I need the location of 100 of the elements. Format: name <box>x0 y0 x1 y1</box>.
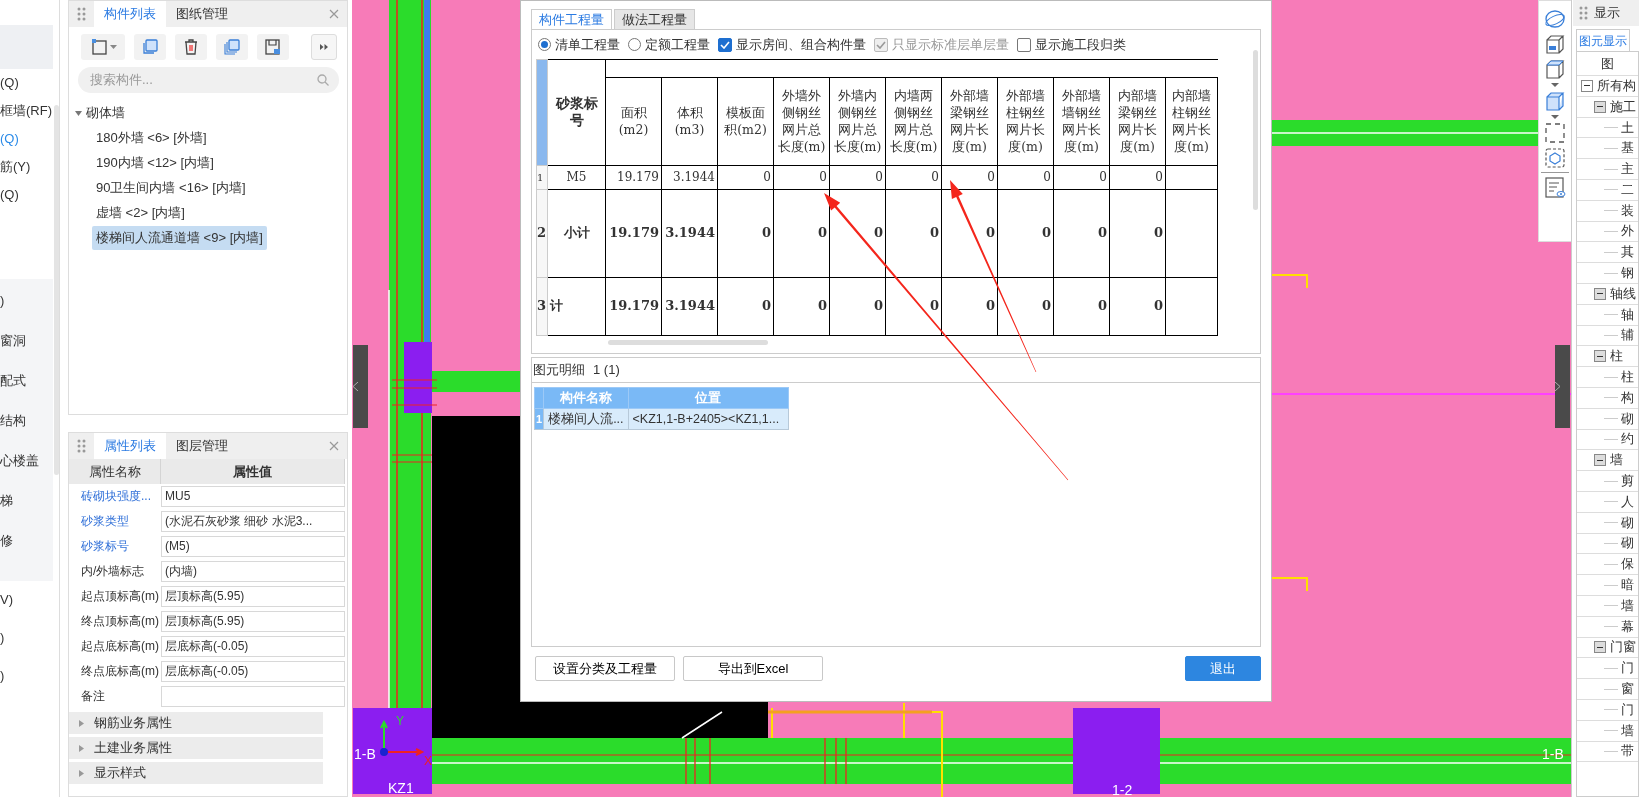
tree-node[interactable]: 轴线 <box>1610 283 1636 304</box>
tree-item[interactable]: 主 <box>1621 159 1634 180</box>
cube-icon[interactable] <box>1544 58 1566 80</box>
panel-tab[interactable]: 构件列表 <box>94 1 166 27</box>
property-value-field[interactable] <box>161 686 345 707</box>
tree-item[interactable]: 幕 <box>1621 616 1634 637</box>
tree-item[interactable]: 带 <box>1621 741 1634 762</box>
property-value-field[interactable]: 层底标高(-0.05) <box>161 636 345 657</box>
nav-item[interactable]: ) <box>0 657 5 695</box>
property-value-field[interactable]: (M5) <box>161 536 345 557</box>
scrollbar[interactable] <box>54 105 59 475</box>
expand-toggle[interactable] <box>1581 79 1593 92</box>
dashed-square-icon[interactable] <box>1544 122 1566 144</box>
tree-node[interactable]: 门窗 <box>1610 637 1636 658</box>
radio-button[interactable] <box>628 38 641 52</box>
tree-item[interactable]: 人 <box>1621 491 1634 512</box>
tree-item[interactable]: 辅 <box>1621 325 1634 346</box>
tree-item[interactable]: 其 <box>1621 242 1634 263</box>
expand-toggle[interactable] <box>1594 287 1606 300</box>
expand-toggle[interactable] <box>1594 100 1606 113</box>
dialog-button[interactable]: 退出 <box>1185 656 1261 681</box>
tree-item[interactable]: 砌 <box>1621 533 1634 554</box>
tree-item[interactable]: 砌 <box>1621 512 1634 533</box>
tree-item[interactable]: 柱 <box>1621 367 1634 388</box>
tree-item[interactable]: 180外墙 <6> [外墙] <box>92 126 211 150</box>
list-eye-icon[interactable] <box>1544 176 1566 198</box>
tree-item[interactable]: 虚墙 <2> [内墙] <box>92 201 189 225</box>
nav-item[interactable]: 结构 <box>0 401 26 441</box>
property-value-field[interactable]: 层顶标高(5.95) <box>161 611 345 632</box>
tree-item[interactable]: 90卫生间内墙 <16> [内墙] <box>92 176 250 200</box>
toolbar-button[interactable] <box>175 34 207 60</box>
drag-handle-icon[interactable] <box>77 439 86 453</box>
tree-node[interactable]: 所有构 <box>1597 75 1636 96</box>
property-value-field[interactable]: (内墙) <box>161 561 345 582</box>
nav-item[interactable]: 心楼盖 <box>0 441 39 481</box>
scrollbar[interactable] <box>1253 50 1258 210</box>
panel-tab[interactable]: 图层管理 <box>166 433 238 459</box>
radio-button[interactable] <box>538 38 551 52</box>
dialog-button[interactable]: 设置分类及工程量 <box>535 656 675 681</box>
option-label[interactable]: 显示房间、组合构件量 <box>736 35 866 55</box>
tree-node[interactable]: 墙 <box>1610 450 1623 471</box>
collapse-handle[interactable] <box>1555 345 1570 428</box>
dialog-tab[interactable]: 做法工程量 <box>614 9 695 29</box>
nav-item[interactable]: ) <box>0 281 5 321</box>
property-group[interactable]: 钢筋业务属性 <box>69 712 323 734</box>
nav-item[interactable]: ) <box>0 619 5 657</box>
tree-item[interactable]: 砌 <box>1621 408 1634 429</box>
dialog-button[interactable]: 导出到Excel <box>683 656 823 681</box>
property-group[interactable]: 土建业务属性 <box>69 737 323 759</box>
property-value-field[interactable]: (水泥石灰砂浆 细砂 水泥3... <box>161 511 345 532</box>
expand-toggle[interactable] <box>1594 350 1606 363</box>
property-group[interactable]: 显示样式 <box>69 762 323 784</box>
cube-3d-icon[interactable] <box>1544 33 1566 55</box>
drag-handle-icon[interactable] <box>77 7 86 21</box>
nav-item[interactable]: 配式 <box>0 361 26 401</box>
panel-tab[interactable]: 属性列表 <box>94 433 166 459</box>
search-bar[interactable]: 搜索构件... <box>78 67 339 93</box>
caret-icon[interactable] <box>75 110 82 116</box>
sphere-icon[interactable] <box>1544 8 1566 30</box>
property-value-field[interactable]: MU5 <box>161 486 345 507</box>
caret-icon[interactable] <box>1551 83 1559 87</box>
option-label[interactable]: 清单工程量 <box>555 35 620 55</box>
tree-node[interactable]: 砌体墙 <box>86 101 125 125</box>
filled-cube-icon[interactable] <box>1544 90 1566 112</box>
tree-item[interactable]: 楼梯间人流通道墙 <9> [内墙] <box>92 226 267 250</box>
collapse-handle[interactable] <box>353 345 368 428</box>
tree-item[interactable]: 构 <box>1621 387 1634 408</box>
tree-item[interactable]: 基 <box>1621 138 1634 159</box>
tree-item[interactable]: 墙 <box>1621 595 1634 616</box>
tree-item[interactable]: 保 <box>1621 554 1634 575</box>
option-label[interactable]: 显示施工段归类 <box>1035 35 1126 55</box>
tree-item[interactable]: 钢 <box>1621 263 1634 284</box>
nav-item[interactable]: 修 <box>0 521 13 561</box>
nav-item[interactable]: 框墙(RF) <box>0 97 52 125</box>
dashed-cube-icon[interactable] <box>1544 147 1566 169</box>
tree-item[interactable]: 门 <box>1621 699 1634 720</box>
property-value-field[interactable]: 层底标高(-0.05) <box>161 661 345 682</box>
drag-handle-icon[interactable] <box>1579 6 1588 20</box>
checkbox[interactable] <box>718 37 732 52</box>
expand-toggle[interactable] <box>1594 641 1606 654</box>
panel-tab[interactable]: 图元显示 <box>1576 29 1630 51</box>
tree-item[interactable]: 二 <box>1621 179 1634 200</box>
tree-item[interactable]: 剪 <box>1621 471 1634 492</box>
expand-toggle[interactable] <box>1594 454 1606 467</box>
tree-item[interactable]: 门 <box>1621 658 1634 679</box>
search-field[interactable]: 搜索构件... <box>88 69 317 91</box>
nav-item[interactable]: V) <box>0 581 13 619</box>
tree-item[interactable]: 轴 <box>1621 304 1634 325</box>
nav-item[interactable]: (Q) <box>0 125 19 153</box>
tree-item[interactable]: 墙 <box>1621 720 1634 741</box>
tree-item[interactable]: 窗 <box>1621 679 1634 699</box>
tree-item[interactable]: 暗 <box>1621 575 1634 596</box>
nav-item[interactable]: 梯 <box>0 481 13 521</box>
tree-item[interactable]: 土 <box>1621 117 1634 138</box>
tree-item[interactable]: 约 <box>1621 429 1634 450</box>
tree-item[interactable]: 外 <box>1621 221 1634 242</box>
property-value-field[interactable]: 层顶标高(5.95) <box>161 586 345 607</box>
tree-item[interactable]: 190内墙 <12> [内墙] <box>92 151 218 175</box>
tree-node[interactable]: 施工 <box>1610 96 1636 117</box>
more-button[interactable] <box>311 34 337 60</box>
